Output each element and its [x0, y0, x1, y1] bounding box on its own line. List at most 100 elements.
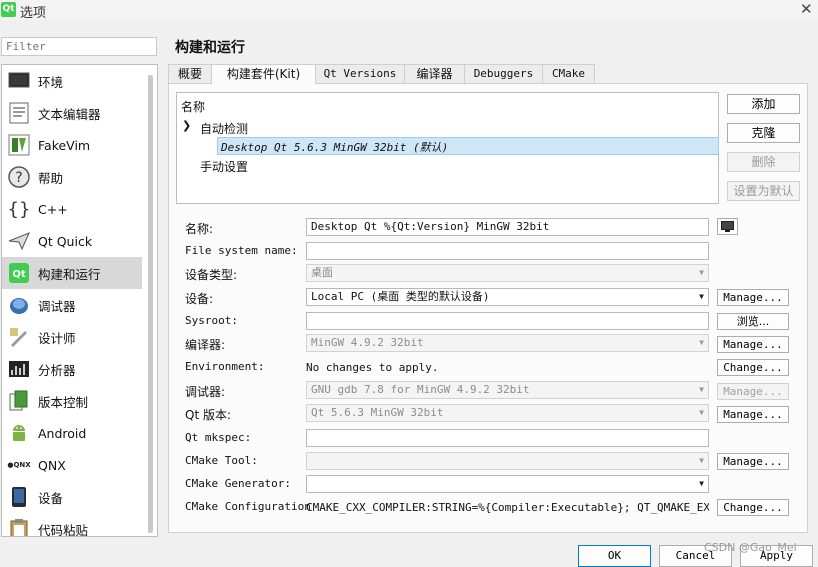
braces-icon: {}: [7, 198, 31, 220]
filesystem-label: File system name:: [185, 244, 298, 257]
cmake-tool-select[interactable]: [306, 452, 709, 470]
page-title: 构建和运行: [175, 40, 245, 56]
device-select[interactable]: Local PC (桌面 类型的默认设备): [306, 288, 709, 306]
sidebar-item-code-paste[interactable]: 代码粘贴: [2, 513, 142, 537]
sidebar-item-environment[interactable]: 环境: [2, 65, 142, 97]
qt-logo-icon: Qt: [1, 2, 16, 17]
svg-text:Qt: Qt: [12, 269, 26, 280]
clone-kit-button[interactable]: 克隆: [727, 123, 800, 143]
name-label: 名称:: [185, 222, 214, 236]
sidebar-item-fakevim[interactable]: FakeVim: [2, 129, 142, 161]
close-icon[interactable]: ✕: [800, 0, 813, 18]
sidebar-item-text-editor[interactable]: 文本编辑器: [2, 97, 142, 129]
cmake-config-value: CMAKE_CXX_COMPILER:STRING=%{Compiler:Exe…: [306, 501, 709, 514]
add-kit-button[interactable]: 添加: [727, 94, 800, 114]
manage-qt-version-button[interactable]: Manage...: [717, 406, 789, 423]
sidebar-item-qnx[interactable]: ●QNX QNX: [2, 449, 142, 481]
tab-debuggers[interactable]: Debuggers: [464, 64, 543, 83]
delete-kit-button[interactable]: 删除: [727, 152, 800, 172]
sidebar-item-label: FakeVim: [38, 137, 91, 153]
cmake-generator-select[interactable]: [306, 475, 709, 493]
analyzer-icon: [8, 358, 30, 380]
version-control-icon: [8, 390, 30, 412]
qt-version-label: Qt 版本:: [185, 408, 232, 422]
svg-text:?: ?: [15, 170, 22, 186]
device-label: 设备:: [185, 292, 214, 306]
sysroot-input[interactable]: [306, 312, 709, 330]
tab-kits[interactable]: 构建套件(Kit): [211, 64, 316, 84]
qnx-icon: ●QNX: [7, 461, 31, 469]
android-icon: [8, 422, 30, 444]
sidebar-item-build-run[interactable]: Qt 构建和运行: [2, 257, 142, 289]
cmake-generator-label: CMake Generator:: [185, 477, 291, 490]
qt-mkspec-label: Qt mkspec:: [185, 431, 252, 444]
tab-compilers[interactable]: 编译器: [404, 64, 465, 83]
sidebar-item-android[interactable]: Android: [2, 417, 142, 449]
device-type-select[interactable]: 桌面: [306, 264, 709, 282]
watermark: CSDN @Gao_Mel: [704, 541, 797, 554]
change-cmake-config-button[interactable]: Change...: [717, 499, 789, 516]
sidebar-item-cpp[interactable]: {} C++: [2, 193, 142, 225]
sidebar-item-label: 代码粘贴: [38, 522, 89, 537]
sidebar-item-label: Qt Quick: [38, 233, 93, 249]
sidebar-item-label: 文本编辑器: [38, 106, 101, 122]
designer-icon: [8, 326, 30, 348]
manage-device-button[interactable]: Manage...: [717, 289, 789, 306]
qt-mkspec-input[interactable]: [306, 429, 709, 447]
sidebar-item-label: 设备: [38, 490, 64, 506]
sidebar-item-label: Android: [38, 425, 87, 441]
sidebar-item-label: 帮助: [38, 170, 64, 186]
manage-cmake-tool-button[interactable]: Manage...: [717, 453, 789, 470]
device-type-label: 设备类型:: [185, 268, 238, 282]
sidebar-item-debugger[interactable]: 调试器: [2, 289, 142, 321]
sidebar-scrollbar[interactable]: [148, 75, 153, 533]
debugger-icon: [8, 294, 30, 316]
qt-version-select[interactable]: Qt 5.6.3 MinGW 32bit: [306, 404, 709, 422]
cmake-config-label: CMake Configuration: [185, 500, 311, 513]
device-icon-button[interactable]: [717, 218, 738, 235]
sidebar-item-label: 设计师: [38, 330, 76, 346]
tab-overview[interactable]: 概要: [168, 64, 212, 83]
debugger-label: 调试器:: [185, 385, 226, 399]
environment-value: No changes to apply.: [306, 361, 439, 374]
sidebar-item-label: 环境: [38, 74, 64, 90]
change-environment-button[interactable]: Change...: [717, 359, 789, 376]
tree-group-auto[interactable]: 自动检测: [200, 120, 248, 137]
sidebar-item-designer[interactable]: 设计师: [2, 321, 142, 353]
cmake-tool-label: CMake Tool:: [185, 454, 258, 467]
browse-sysroot-button[interactable]: 浏览...: [717, 313, 789, 330]
manage-compiler-button[interactable]: Manage...: [717, 336, 789, 353]
sidebar-item-analyzer[interactable]: 分析器: [2, 353, 142, 385]
monitor-icon: [8, 70, 30, 92]
paper-plane-icon: [8, 230, 30, 252]
tab-cmake[interactable]: CMake: [542, 64, 595, 83]
sidebar-item-label: 构建和运行: [38, 266, 101, 282]
tree-item-kit[interactable]: Desktop Qt 5.6.3 MinGW 32bit (默认): [221, 139, 448, 155]
manage-debugger-button[interactable]: Manage...: [717, 383, 789, 400]
filter-input[interactable]: [1, 37, 157, 56]
tree-group-manual[interactable]: 手动设置: [200, 158, 248, 175]
sidebar: 环境 文本编辑器 FakeVim ? 帮助 {} C++ Qt Quick Qt…: [1, 64, 158, 537]
fakevim-icon: [8, 134, 30, 156]
qt-build-icon: Qt: [8, 262, 30, 284]
kit-tree[interactable]: 名称 ❯ 自动检测 Desktop Qt 5.6.3 MinGW 32bit (…: [176, 92, 719, 204]
sidebar-item-label: 分析器: [38, 362, 76, 378]
filesystem-input[interactable]: [306, 242, 709, 260]
small-monitor-icon: [721, 221, 734, 232]
compiler-select[interactable]: MinGW 4.9.2 32bit: [306, 334, 709, 352]
expand-chevron-icon[interactable]: ❯: [182, 119, 191, 132]
sidebar-item-qt-quick[interactable]: Qt Quick: [2, 225, 142, 257]
sidebar-item-devices[interactable]: 设备: [2, 481, 142, 513]
code-paste-icon: [8, 518, 30, 536]
sidebar-item-label: C++: [38, 201, 68, 217]
name-input[interactable]: Desktop Qt %{Qt:Version} MinGW 32bit: [306, 218, 709, 236]
set-default-button[interactable]: 设置为默认: [727, 181, 800, 201]
sysroot-label: Sysroot:: [185, 314, 238, 327]
sidebar-item-help[interactable]: ? 帮助: [2, 161, 142, 193]
sidebar-item-label: 版本控制: [38, 394, 89, 410]
tab-qt-versions[interactable]: Qt Versions: [315, 64, 405, 83]
sidebar-item-version-control[interactable]: 版本控制: [2, 385, 142, 417]
sidebar-item-label: 调试器: [38, 298, 76, 314]
debugger-select[interactable]: GNU gdb 7.8 for MinGW 4.9.2 32bit: [306, 381, 709, 399]
text-editor-icon: [8, 102, 30, 124]
